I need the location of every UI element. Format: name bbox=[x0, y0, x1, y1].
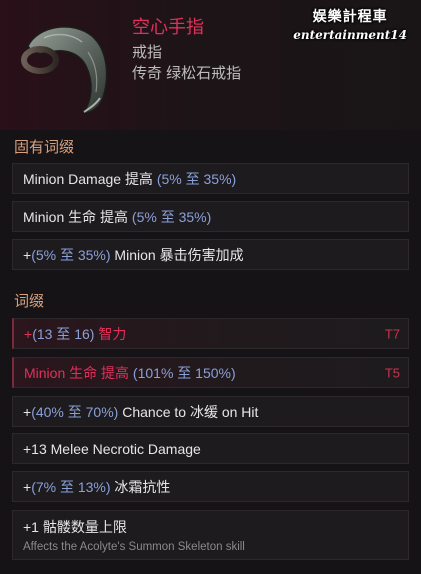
tooltip-header: 空心手指 戒指 传奇 绿松石戒指 娱樂計程車 entertainment14 bbox=[0, 0, 421, 130]
implicit-range: (5% 至 35%) bbox=[31, 246, 111, 263]
affix-prefix: + bbox=[23, 403, 32, 420]
item-rarity: 传奇 绿松石戒指 bbox=[132, 65, 242, 82]
implicit-label: Minion Damage 提高 bbox=[23, 170, 157, 187]
affix-row-1: +(13 至 16) 智力 T7 bbox=[12, 318, 409, 349]
affix-prefix: + bbox=[24, 325, 33, 342]
affix-range: (101% 至 150%) bbox=[132, 364, 236, 381]
affix-range: (7% 至 13%) bbox=[31, 478, 111, 495]
implicit-label: Minion 暴击伤害加成 bbox=[110, 246, 244, 263]
affix-label: Minion 生命 提高 bbox=[24, 364, 133, 381]
watermark: 娱樂計程車 entertainment14 bbox=[293, 6, 407, 42]
hollow-finger-ring-icon bbox=[21, 26, 108, 114]
affix-label: +13 Melee Necrotic Damage bbox=[23, 440, 201, 457]
watermark-line-2: entertainment14 bbox=[293, 28, 407, 42]
affix-row-6: +1 骷髅数量上限 Affects the Acolyte's Summon S… bbox=[12, 510, 409, 560]
item-tooltip: 空心手指 戒指 传奇 绿松石戒指 娱樂計程車 entertainment14 固… bbox=[0, 0, 421, 574]
implicit-row-3: +(5% 至 35%) Minion 暴击伤害加成 bbox=[12, 239, 409, 270]
item-type: 戒指 bbox=[132, 44, 163, 61]
affix-label: +1 骷髅数量上限 bbox=[23, 519, 127, 535]
affix-description: Affects the Acolyte's Summon Skeleton sk… bbox=[23, 541, 245, 553]
affix-range: (13 至 16) bbox=[32, 325, 95, 342]
watermark-line-1: 娱樂計程車 bbox=[312, 9, 388, 25]
affixes-title: 词缀 bbox=[14, 293, 45, 310]
implicit-row-1: Minion Damage 提高 (5% 至 35%) bbox=[12, 163, 409, 194]
implicit-label: Minion 生命 提高 bbox=[23, 208, 132, 225]
affix-row-2: Minion 生命 提高 (101% 至 150%) T5 bbox=[12, 357, 409, 388]
implicit-range: (5% 至 35%) bbox=[131, 208, 212, 225]
affix-row-3: +(40% 至 70%) Chance to 冰缓 on Hit bbox=[12, 396, 409, 427]
implicit-row-2: Minion 生命 提高 (5% 至 35%) bbox=[12, 201, 409, 232]
affix-tier-badge: T7 bbox=[384, 326, 400, 341]
implicit-prefix: + bbox=[23, 246, 32, 263]
affix-label: 冰霜抗性 bbox=[110, 478, 171, 495]
affix-tier-badge: T5 bbox=[384, 365, 400, 380]
affix-row-5: +(7% 至 13%) 冰霜抗性 bbox=[12, 471, 409, 502]
affix-label: 智力 bbox=[94, 325, 127, 342]
item-name: 空心手指 bbox=[132, 17, 204, 37]
affix-label: Chance to 冰缓 on Hit bbox=[118, 403, 259, 420]
affix-range: (40% 至 70%) bbox=[31, 403, 119, 420]
implicit-range: (5% 至 35%) bbox=[156, 170, 237, 187]
affix-prefix: + bbox=[23, 478, 32, 495]
affix-row-4: +13 Melee Necrotic Damage bbox=[12, 433, 409, 464]
implicits-title: 固有词缀 bbox=[14, 139, 75, 156]
